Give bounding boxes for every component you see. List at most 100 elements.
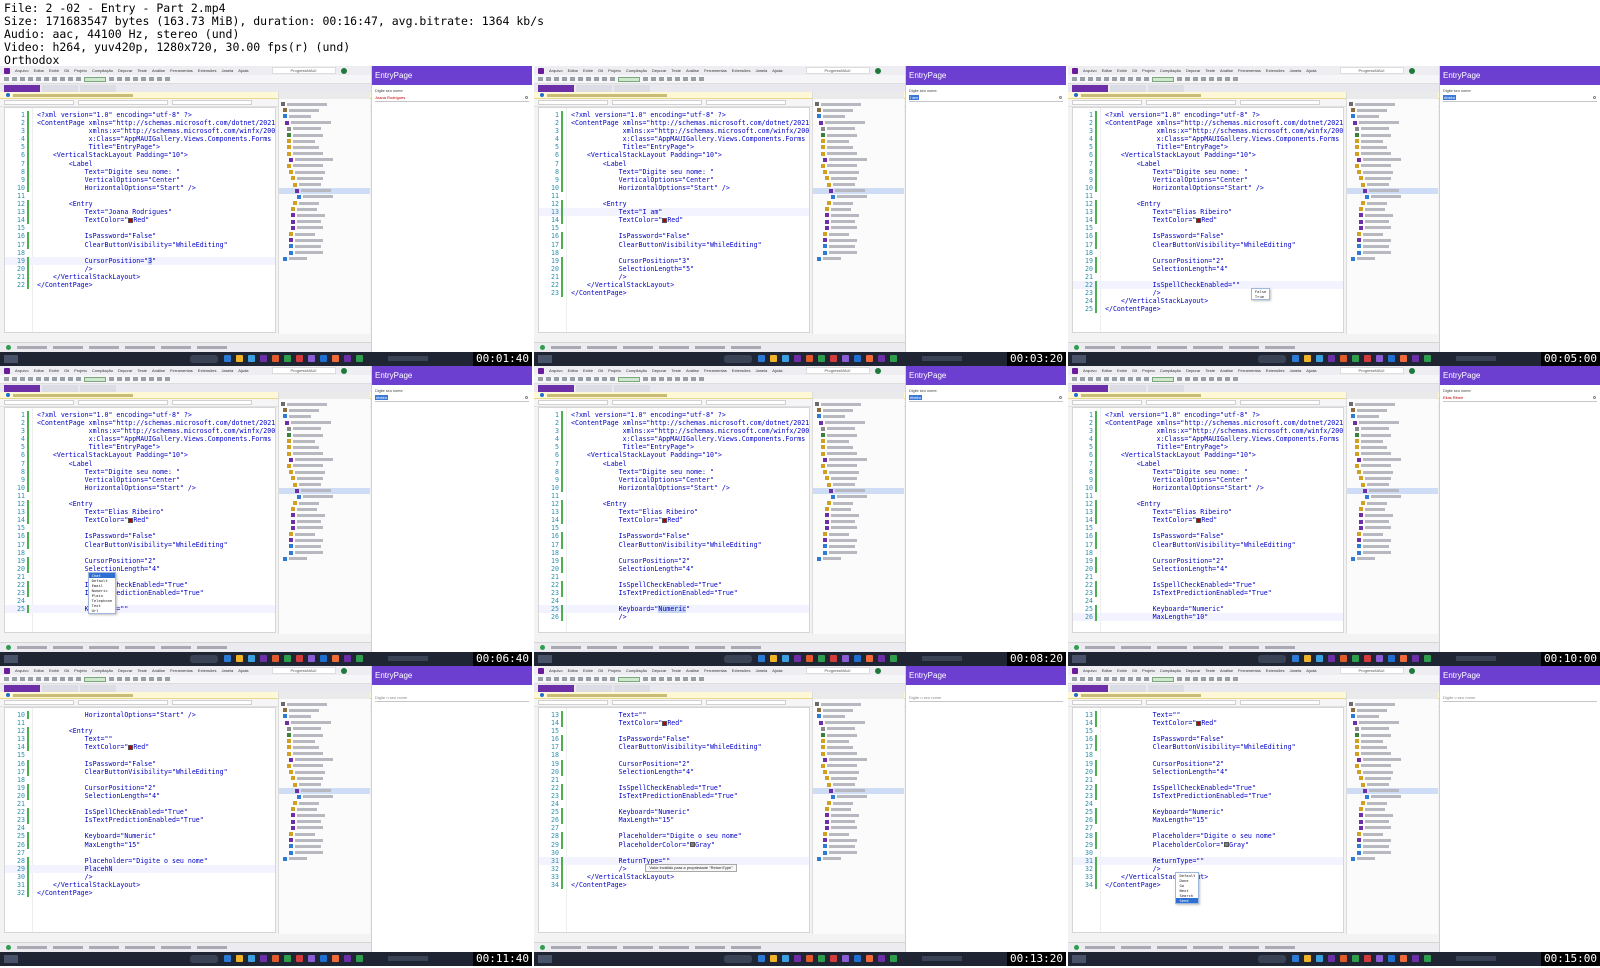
run-button[interactable] xyxy=(84,676,106,682)
code-line[interactable]: 19 CursorPosition="2" xyxy=(539,759,809,768)
code-editor[interactable]: 13 Text="" 14 TextColor=" Red" 15 16 IsPassw… xyxy=(538,707,810,933)
code-line[interactable]: 16 IsPassword="False" xyxy=(539,735,809,744)
ide-menu-item[interactable]: Teste xyxy=(671,668,681,673)
ide-menu-item[interactable]: Ajuda xyxy=(772,68,782,73)
taskbar-app-icon[interactable] xyxy=(890,355,897,362)
code-line[interactable]: 30 /> xyxy=(5,872,275,881)
navigation-dropdown[interactable] xyxy=(1146,700,1236,705)
toolbar-icon[interactable] xyxy=(594,377,599,381)
code-line[interactable]: 9 VerticalOptions="Center" xyxy=(1073,175,1343,184)
code-line[interactable]: 11 xyxy=(1073,192,1343,200)
clear-button-icon[interactable] xyxy=(1593,396,1596,399)
ide-search-box[interactable]: ProgressMAUI xyxy=(271,67,336,74)
taskbar-app-icon[interactable] xyxy=(866,355,873,362)
taskbar-app-icon[interactable] xyxy=(782,655,789,662)
ide-menu-item[interactable]: Análise xyxy=(686,68,699,73)
code-line[interactable]: 23 IsTextPredictionEnabled="True" xyxy=(539,589,809,598)
ide-menu-item[interactable]: Extensões xyxy=(1266,68,1285,73)
ide-menu-item[interactable]: Ferramentas xyxy=(170,68,193,73)
code-line[interactable]: 26 MaxLength="10" xyxy=(1073,613,1343,622)
code-line[interactable]: 28 Placeholder="Digite o seu nome" xyxy=(1073,832,1343,841)
tab-document[interactable] xyxy=(576,85,612,92)
code-line[interactable]: 4 x:Class="AppMAUIGallery.Views.Componen… xyxy=(539,135,809,144)
ide-menu-item[interactable]: Exibir xyxy=(1117,668,1127,673)
tab-document[interactable] xyxy=(576,385,612,392)
code-line[interactable]: 5 Title="EntryPage"> xyxy=(1073,143,1343,152)
navigation-dropdown[interactable] xyxy=(4,700,74,705)
code-line[interactable]: 17 ClearButtonVisibility="WhileEditing" xyxy=(5,240,275,249)
code-line[interactable]: 34 </ContentPage> xyxy=(539,880,809,890)
code-line[interactable]: 4 x:Class="AppMAUIGallery.Views.Componen… xyxy=(1073,435,1343,444)
tab-document[interactable] xyxy=(614,385,650,392)
code-line[interactable]: 21 /> xyxy=(539,272,809,281)
ide-menu-item[interactable]: Extensões xyxy=(1266,668,1285,673)
toolbar-icon[interactable] xyxy=(562,77,567,81)
ide-menu-item[interactable]: Compilação xyxy=(626,668,647,673)
tab-document[interactable] xyxy=(42,685,78,692)
taskbar-app-icon[interactable] xyxy=(830,355,837,362)
taskbar-app-icon[interactable] xyxy=(284,655,291,662)
ide-menu-item[interactable]: Depurar xyxy=(652,668,666,673)
code-line[interactable]: 2 <ContentPage xmlns="http://schemas.micr… xyxy=(539,119,809,128)
taskbar-app-icon[interactable] xyxy=(758,955,765,962)
ide-menu-item[interactable]: Ferramentas xyxy=(704,68,727,73)
taskbar-app-icon[interactable] xyxy=(1304,655,1311,662)
toolbar-icon[interactable] xyxy=(1209,377,1214,381)
toolbar-icon[interactable] xyxy=(60,677,65,681)
code-line[interactable]: 8 Text="Digite seu nome: " xyxy=(5,467,275,476)
ide-menu-item[interactable]: Ajuda xyxy=(238,368,248,373)
toolbar-icon[interactable] xyxy=(1144,77,1149,81)
toolbar-icon[interactable] xyxy=(610,677,615,681)
tab-entrypage-xaml[interactable] xyxy=(538,385,574,392)
navigation-dropdown[interactable] xyxy=(538,700,608,705)
taskbar-app-icon[interactable] xyxy=(1292,355,1299,362)
ide-menu-item[interactable]: Depurar xyxy=(118,368,132,373)
solution-tree-item[interactable] xyxy=(279,256,370,262)
code-line[interactable]: 21 xyxy=(539,573,809,581)
code-line[interactable]: 7 <Label xyxy=(1073,459,1343,468)
ide-menu-item[interactable]: Arquivo xyxy=(549,68,563,73)
ide-menu-item[interactable]: Projeto xyxy=(1142,68,1155,73)
taskbar-search[interactable] xyxy=(1258,655,1286,663)
code-line[interactable]: 32 </ContentPage> xyxy=(5,889,275,898)
toolbar-icon[interactable] xyxy=(578,77,583,81)
code-line[interactable]: 22 IsSpellCheckEnabled="True" xyxy=(1073,783,1343,792)
code-line[interactable]: 14 TextColor=" Red" xyxy=(5,516,275,525)
code-line[interactable]: 6 <VerticalStackLayout Padding="10"> xyxy=(539,151,809,160)
taskbar-app-icon[interactable] xyxy=(782,355,789,362)
toolbar-icon[interactable] xyxy=(1088,377,1093,381)
name-entry[interactable]: I am xyxy=(909,94,1063,102)
name-entry[interactable]: Joana Rodrigues xyxy=(375,94,529,102)
taskbar-app-icon[interactable] xyxy=(320,955,327,962)
taskbar-app-icon[interactable] xyxy=(770,655,777,662)
ide-menu-item[interactable]: Teste xyxy=(1205,368,1215,373)
code-line[interactable]: 9 VerticalOptions="Center" xyxy=(539,475,809,484)
navigation-dropdown[interactable] xyxy=(538,400,608,405)
code-line[interactable]: 13 Text="Elias Ribeiro" xyxy=(1073,208,1343,217)
name-entry[interactable]: Digite o seu nome xyxy=(375,694,529,702)
toolbar-icon[interactable] xyxy=(1104,77,1109,81)
ide-menu-item[interactable]: Análise xyxy=(152,368,165,373)
ide-menu-item[interactable]: Exibir xyxy=(1117,368,1127,373)
code-line[interactable]: 1 <?xml version="1.0" encoding="utf-8" ?> xyxy=(539,111,809,120)
toolbar-icon[interactable] xyxy=(109,377,114,381)
toolbar-icon[interactable] xyxy=(1217,77,1222,81)
taskbar-app-icon[interactable] xyxy=(1352,955,1359,962)
taskbar-app-icon[interactable] xyxy=(1304,355,1311,362)
taskbar-app-icon[interactable] xyxy=(1340,355,1347,362)
code-line[interactable]: 1 <?xml version="1.0" encoding="utf-8" ?> xyxy=(5,111,275,120)
taskbar-app-icon[interactable] xyxy=(842,955,849,962)
ide-menu-item[interactable]: Teste xyxy=(671,368,681,373)
toolbar-icon[interactable] xyxy=(117,377,122,381)
ide-menu-item[interactable]: Compilação xyxy=(1160,68,1181,73)
toolbar-icon[interactable] xyxy=(125,677,130,681)
code-line[interactable]: 28 Placeholder="Digite o seu nome" xyxy=(5,856,275,865)
toolbar-icon[interactable] xyxy=(149,677,154,681)
taskbar-app-icon[interactable] xyxy=(842,355,849,362)
code-line[interactable]: 24 </VerticalStackLayout> xyxy=(1073,297,1343,306)
taskbar-app-icon[interactable] xyxy=(1304,955,1311,962)
taskbar-app-icon[interactable] xyxy=(1400,655,1407,662)
taskbar-app-icon[interactable] xyxy=(320,655,327,662)
code-line[interactable]: 30 xyxy=(539,849,809,857)
taskbar-search[interactable] xyxy=(724,655,752,663)
